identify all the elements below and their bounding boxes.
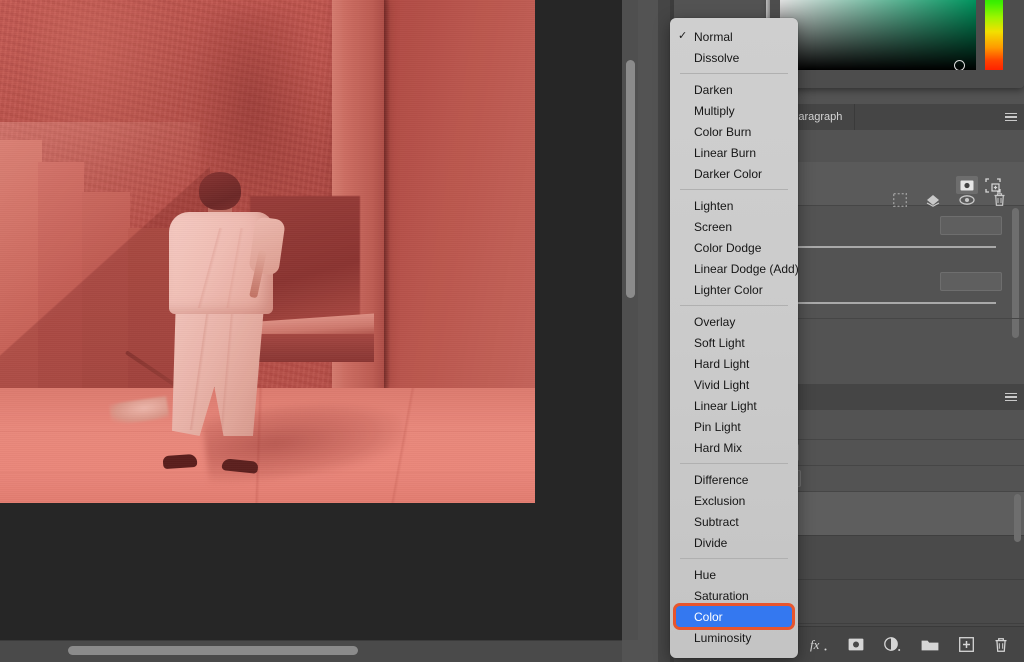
menu-item-label: Vivid Light xyxy=(694,378,749,392)
menu-item-hard-light[interactable]: Hard Light xyxy=(670,353,798,374)
menu-separator xyxy=(680,189,788,190)
color-picker-hue-strip[interactable] xyxy=(985,0,1003,70)
color-picker-dialog[interactable] xyxy=(770,0,1024,88)
photo-figure-shoe-left xyxy=(163,454,198,469)
hamburger-menu-icon xyxy=(1005,111,1017,124)
menu-item-linear-dodge-add[interactable]: Linear Dodge (Add) xyxy=(670,258,798,279)
menu-item-label: Luminosity xyxy=(694,631,751,645)
menu-item-divide[interactable]: Divide xyxy=(670,532,798,553)
menu-item-multiply[interactable]: Multiply xyxy=(670,100,798,121)
menu-separator xyxy=(680,463,788,464)
menu-item-lighter-color[interactable]: Lighter Color xyxy=(670,279,798,300)
tab-paragraph-label: Paragraph xyxy=(791,111,842,123)
checkmark-icon: ✓ xyxy=(678,29,687,42)
mask-stack-icon[interactable] xyxy=(925,193,941,207)
properties-value-field-1[interactable] xyxy=(940,216,1002,235)
menu-item-color[interactable]: Color xyxy=(676,606,792,627)
menu-item-label: Overlay xyxy=(694,315,735,329)
menu-item-difference[interactable]: Difference xyxy=(670,469,798,490)
menu-item-label: Darker Color xyxy=(694,167,762,181)
menu-item-label: Linear Burn xyxy=(694,146,756,160)
photo-column-edge xyxy=(384,0,390,388)
add-layer-mask-icon[interactable] xyxy=(848,638,864,651)
properties-value-field-2[interactable] xyxy=(940,272,1002,291)
photo-figure-head xyxy=(199,172,241,210)
menu-item-darker-color[interactable]: Darker Color xyxy=(670,163,798,184)
dock-gap xyxy=(638,0,658,662)
menu-item-linear-burn[interactable]: Linear Burn xyxy=(670,142,798,163)
photo-ledge-face xyxy=(244,334,374,362)
horizontal-scrollbar-thumb[interactable] xyxy=(68,646,358,655)
blend-mode-dropdown[interactable]: ✓ Normal Dissolve Darken Multiply Color … xyxy=(670,18,798,658)
panel-options-menu-button[interactable] xyxy=(998,104,1024,130)
layers-scrollbar-thumb[interactable] xyxy=(1014,494,1021,542)
menu-item-label: Color Burn xyxy=(694,125,751,139)
menu-item-label: Lighten xyxy=(694,199,733,213)
menu-item-hue[interactable]: Hue xyxy=(670,564,798,585)
dock-gap-dark xyxy=(658,0,670,662)
hamburger-menu-icon xyxy=(1005,391,1017,404)
dotted-square-icon[interactable] xyxy=(893,193,907,207)
menu-separator xyxy=(680,558,788,559)
menu-item-soft-light[interactable]: Soft Light xyxy=(670,332,798,353)
menu-item-linear-light[interactable]: Linear Light xyxy=(670,395,798,416)
menu-item-label: Subtract xyxy=(694,515,739,529)
photoshop-window: ents Libraries Paragraph d xyxy=(0,0,1024,662)
trash-icon[interactable] xyxy=(993,192,1006,207)
menu-item-color-burn[interactable]: Color Burn xyxy=(670,121,798,142)
photo-right-wall xyxy=(384,0,535,388)
new-adjustment-layer-icon[interactable] xyxy=(884,637,901,652)
menu-item-hard-mix[interactable]: Hard Mix xyxy=(670,437,798,458)
menu-item-luminosity[interactable]: Luminosity xyxy=(670,627,798,648)
delete-layer-icon[interactable] xyxy=(994,637,1008,653)
menu-item-darken[interactable]: Darken xyxy=(670,79,798,100)
menu-separator xyxy=(680,305,788,306)
menu-item-label: Saturation xyxy=(694,589,749,603)
menu-item-label: Soft Light xyxy=(694,336,745,350)
document-image[interactable] xyxy=(0,0,535,503)
menu-item-overlay[interactable]: Overlay xyxy=(670,311,798,332)
tab-bar-spacer xyxy=(855,104,998,130)
layer-styles-fx-icon[interactable]: fx xyxy=(810,637,828,652)
menu-item-label: Linear Dodge (Add) xyxy=(694,262,798,276)
menu-item-label: Dissolve xyxy=(694,51,739,65)
vertical-scrollbar-thumb[interactable] xyxy=(626,60,635,298)
menu-item-normal[interactable]: ✓ Normal xyxy=(670,26,798,47)
menu-item-vivid-light[interactable]: Vivid Light xyxy=(670,374,798,395)
menu-item-color-dodge[interactable]: Color Dodge xyxy=(670,237,798,258)
photo-trouser-folds xyxy=(176,310,260,430)
menu-item-screen[interactable]: Screen xyxy=(670,216,798,237)
menu-item-label: Exclusion xyxy=(694,494,745,508)
new-layer-icon[interactable] xyxy=(959,637,974,652)
color-picker-footer xyxy=(770,70,1024,88)
layers-panel-options-menu-button[interactable] xyxy=(998,384,1024,410)
menu-separator xyxy=(680,73,788,74)
menu-item-label: Hue xyxy=(694,568,716,582)
svg-text:fx: fx xyxy=(810,637,820,652)
menu-item-label: Pin Light xyxy=(694,420,741,434)
color-picker-field[interactable] xyxy=(780,0,976,70)
menu-item-label: Screen xyxy=(694,220,732,234)
menu-item-label: Color xyxy=(694,610,723,624)
menu-item-exclusion[interactable]: Exclusion xyxy=(670,490,798,511)
menu-item-pin-light[interactable]: Pin Light xyxy=(670,416,798,437)
menu-item-label: Lighter Color xyxy=(694,283,763,297)
properties-footer-toolbar xyxy=(893,192,1006,207)
eye-icon[interactable] xyxy=(959,194,975,206)
document-canvas[interactable] xyxy=(0,0,622,640)
menu-item-label: Divide xyxy=(694,536,727,550)
menu-item-label: Linear Light xyxy=(694,399,757,413)
menu-item-label: Difference xyxy=(694,473,748,487)
menu-item-label: Hard Mix xyxy=(694,441,742,455)
menu-item-saturation[interactable]: Saturation xyxy=(670,585,798,606)
menu-item-label: Normal xyxy=(694,30,733,44)
menu-item-label: Darken xyxy=(694,83,733,97)
menu-item-lighten[interactable]: Lighten xyxy=(670,195,798,216)
menu-item-label: Hard Light xyxy=(694,357,749,371)
menu-item-subtract[interactable]: Subtract xyxy=(670,511,798,532)
menu-item-label: Color Dodge xyxy=(694,241,761,255)
menu-item-label: Multiply xyxy=(694,104,735,118)
new-group-icon[interactable] xyxy=(921,638,939,651)
menu-item-dissolve[interactable]: Dissolve xyxy=(670,47,798,68)
